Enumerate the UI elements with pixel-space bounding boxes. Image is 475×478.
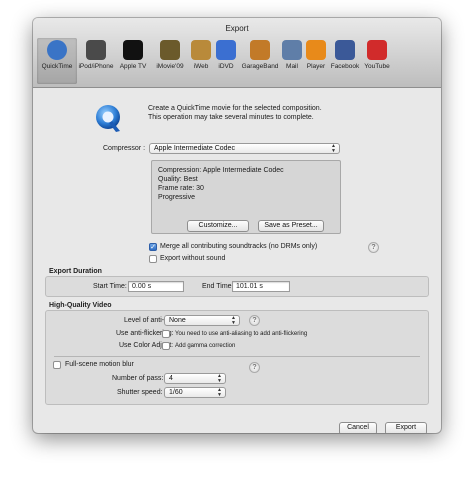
apple-tv-icon xyxy=(123,40,143,60)
toolbar-item-label: Player xyxy=(306,63,326,70)
toolbar-item-iweb[interactable]: iWeb xyxy=(189,38,213,84)
anti-flickering-note: You need to use anti-aliasing to add ant… xyxy=(175,331,308,337)
toolbar-item-label: Facebook xyxy=(330,63,360,70)
merge-soundtracks-checkbox[interactable]: ✓ xyxy=(149,243,157,251)
compressor-popup[interactable]: Apple Intermediate Codec ▲ ▼ xyxy=(149,143,340,154)
motion-blur-label: Full-scene motion blur xyxy=(65,361,134,368)
toolbar-item-youtube[interactable]: YouTube xyxy=(361,38,393,84)
quicktime-icon xyxy=(47,40,67,60)
end-time-label: End Time: xyxy=(202,283,234,290)
number-of-pass-popup[interactable]: 4 ▲ ▼ xyxy=(164,373,226,384)
popup-arrows-icon: ▲ ▼ xyxy=(217,373,222,384)
toolbar-item-facebook[interactable]: Facebook xyxy=(329,38,361,84)
window-title: Export xyxy=(225,24,249,33)
ipod-iphone-icon xyxy=(86,40,106,60)
quicktime-logo-icon xyxy=(96,105,120,132)
gamma-correction-checkbox[interactable] xyxy=(162,342,170,350)
export-window: Export QuickTime iPod/iPhone Apple TV iMovi… xyxy=(33,18,441,433)
start-time-field[interactable]: 0.00 s xyxy=(128,281,184,292)
help-icon[interactable]: ? xyxy=(368,242,379,253)
hq-video-title: High-Quality Video xyxy=(49,302,112,309)
info-scan: Progressive xyxy=(158,194,195,201)
player-icon xyxy=(306,40,326,60)
toolbar-item-label: Mail xyxy=(286,63,298,70)
customize-button[interactable]: Customize... xyxy=(187,220,249,232)
export-duration-group: Start Time: 0.00 s End Time: 101.01 s xyxy=(45,276,429,297)
dialog-content: Create a QuickTime movie for the selecte… xyxy=(33,89,441,433)
cancel-button[interactable]: Cancel xyxy=(339,422,377,433)
toolbar-item-label: iWeb xyxy=(193,63,209,70)
anti-flickering-checkbox[interactable] xyxy=(162,330,170,338)
toolbar-item-garageband[interactable]: GarageBand xyxy=(239,38,281,84)
title-bar: Export QuickTime iPod/iPhone Apple TV iMovi… xyxy=(33,18,441,88)
popup-arrows-icon: ▲ ▼ xyxy=(331,143,336,154)
start-time-label: Start Time: xyxy=(93,283,127,290)
anti-aliasing-value: None xyxy=(169,317,186,324)
toolbar-item-idvd[interactable]: iDVD xyxy=(213,38,239,84)
export-without-sound-label: Export without sound xyxy=(160,255,226,262)
help-icon[interactable]: ? xyxy=(249,362,260,373)
toolbar-item-mail[interactable]: Mail xyxy=(281,38,303,84)
youtube-icon xyxy=(367,40,387,60)
toolbar-item-label: iMovie'09 xyxy=(156,63,184,70)
toolbar-item-label: GarageBand xyxy=(241,63,279,70)
anti-aliasing-popup[interactable]: None ▲ ▼ xyxy=(164,315,240,326)
idvd-icon xyxy=(216,40,236,60)
compressor-info-box: Compression: Apple Intermediate Codec Qu… xyxy=(151,160,341,234)
toolbar-item-label: iPod/iPhone xyxy=(78,63,114,70)
divider xyxy=(54,356,420,357)
export-duration-title: Export Duration xyxy=(49,268,102,275)
intro-line-1: Create a QuickTime movie for the selecte… xyxy=(148,105,322,112)
iweb-icon xyxy=(191,40,211,60)
toolbar-item-label: QuickTime xyxy=(41,63,73,70)
toolbar-item-label: iDVD xyxy=(218,63,234,70)
gamma-correction-label: Add gamma correction xyxy=(175,343,236,349)
info-compression: Compression: Apple Intermediate Codec xyxy=(158,167,284,174)
intro-text: Create a QuickTime movie for the selecte… xyxy=(148,104,322,122)
toolbar-item-imovie[interactable]: iMovie'09 xyxy=(151,38,189,84)
mail-icon xyxy=(282,40,302,60)
toolbar-item-quicktime[interactable]: QuickTime xyxy=(37,38,77,84)
toolbar-item-label: Apple TV xyxy=(119,63,147,70)
end-time-field[interactable]: 101.01 s xyxy=(232,281,290,292)
info-frame-rate: Frame rate: 30 xyxy=(158,185,204,192)
imovie-icon xyxy=(160,40,180,60)
number-of-pass-value: 4 xyxy=(169,375,173,382)
garageband-icon xyxy=(250,40,270,60)
export-toolbar: QuickTime iPod/iPhone Apple TV iMovie'09 iWe… xyxy=(37,38,437,84)
help-icon[interactable]: ? xyxy=(249,315,260,326)
toolbar-item-apple-tv[interactable]: Apple TV xyxy=(115,38,151,84)
compressor-label: Compressor : xyxy=(103,145,146,152)
number-of-pass-label: Number of pass: xyxy=(112,375,164,382)
toolbar-item-label: YouTube xyxy=(364,63,390,70)
info-quality: Quality: Best xyxy=(158,176,198,183)
hq-video-group: Level of anti-aliasing: None ▲ ▼ ? Use an… xyxy=(45,310,429,405)
toolbar-item-ipod-iphone[interactable]: iPod/iPhone xyxy=(77,38,115,84)
toolbar-item-player[interactable]: Player xyxy=(303,38,329,84)
shutter-speed-popup[interactable]: 1/60 ▲ ▼ xyxy=(164,387,226,398)
export-button[interactable]: Export xyxy=(385,422,427,433)
intro-line-2: This operation may take several minutes … xyxy=(148,114,314,121)
motion-blur-checkbox[interactable] xyxy=(53,361,61,369)
popup-arrows-icon: ▲ ▼ xyxy=(231,315,236,326)
save-as-preset-button[interactable]: Save as Preset... xyxy=(258,220,324,232)
shutter-speed-value: 1/60 xyxy=(169,389,183,396)
export-without-sound-checkbox[interactable] xyxy=(149,255,157,263)
merge-soundtracks-label: Merge all contributing soundtracks (no D… xyxy=(160,243,318,250)
popup-arrows-icon: ▲ ▼ xyxy=(217,387,222,398)
facebook-icon xyxy=(335,40,355,60)
shutter-speed-label: Shutter speed: xyxy=(117,389,163,396)
compressor-value: Apple Intermediate Codec xyxy=(154,145,235,152)
